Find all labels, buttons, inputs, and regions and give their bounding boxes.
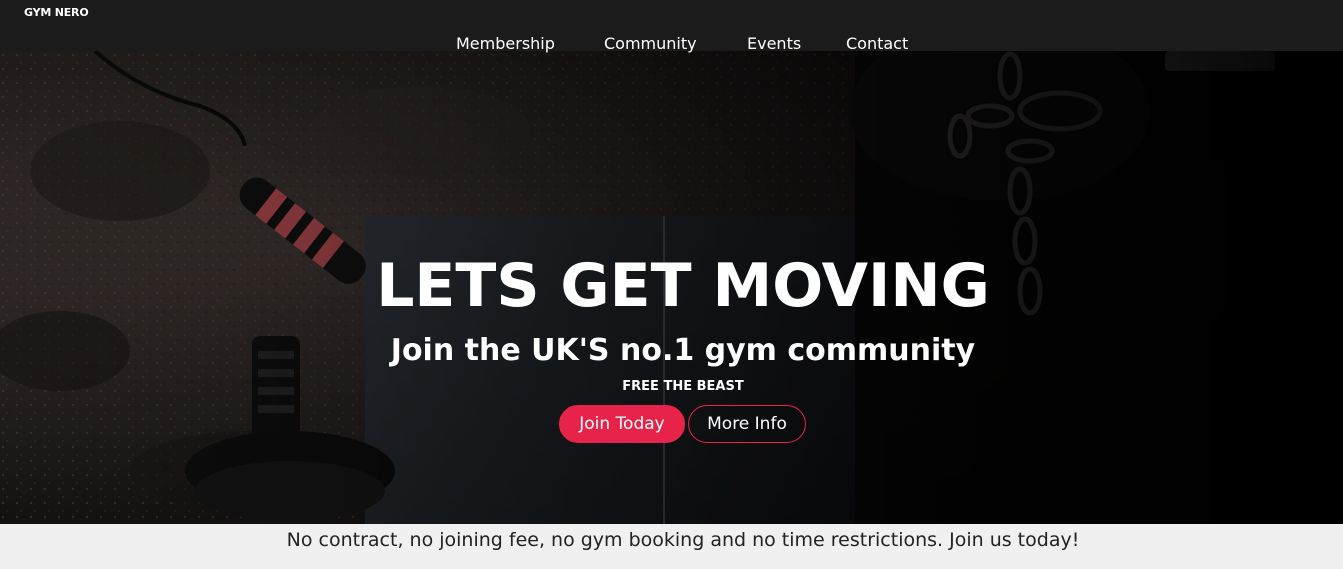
- main-nav: Membership Community Events Contact: [0, 34, 1343, 56]
- hero-title: LETS GET MOVING: [376, 251, 990, 321]
- hero-section: LETS GET MOVING Join the UK'S no.1 gym c…: [0, 51, 1343, 524]
- brand-logo[interactable]: GYM NERO: [24, 6, 89, 19]
- info-strip: No contract, no joining fee, no gym book…: [0, 524, 1343, 569]
- info-strip-text: No contract, no joining fee, no gym book…: [286, 529, 1080, 551]
- nav-item-contact[interactable]: Contact: [846, 34, 908, 53]
- nav-item-events[interactable]: Events: [747, 34, 801, 53]
- hero-tagline: FREE THE BEAST: [622, 379, 744, 394]
- nav-item-membership[interactable]: Membership: [456, 34, 555, 53]
- join-today-button[interactable]: Join Today: [559, 405, 685, 443]
- nav-item-community[interactable]: Community: [604, 34, 697, 53]
- more-info-button[interactable]: More Info: [688, 405, 806, 443]
- hero-subtitle: Join the UK'S no.1 gym community: [390, 333, 976, 368]
